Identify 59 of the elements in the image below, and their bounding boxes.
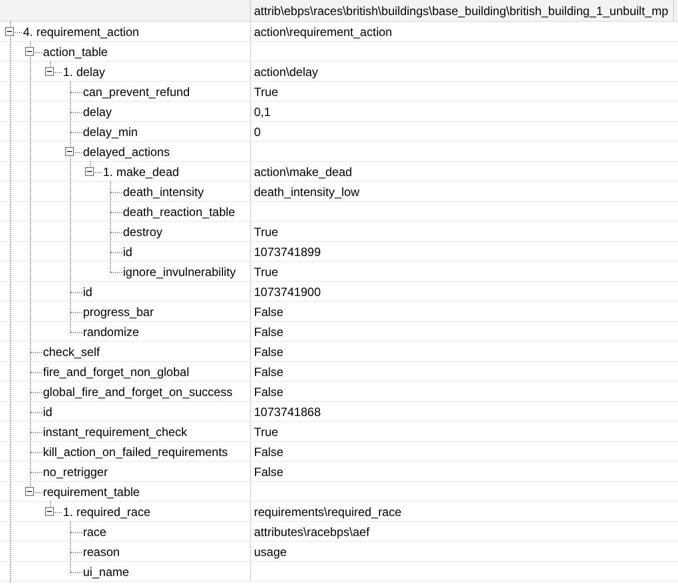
- property-value: requirements\required_race: [254, 504, 402, 518]
- property-value: False: [254, 324, 284, 338]
- property-value: False: [254, 344, 284, 358]
- property-name[interactable]: ignore_invulnerability: [120, 262, 236, 281]
- property-name[interactable]: delay: [80, 102, 112, 121]
- property-name[interactable]: kill_action_on_failed_requirements: [40, 442, 228, 461]
- property-name[interactable]: 4. requirement_action: [20, 22, 140, 41]
- property-value: 1073741900: [254, 284, 321, 298]
- property-name[interactable]: death_intensity: [120, 182, 204, 201]
- property-value: 0: [254, 124, 261, 138]
- property-value: False: [254, 364, 284, 378]
- collapse-toggle[interactable]: [5, 27, 14, 36]
- property-name[interactable]: action_table: [40, 42, 108, 61]
- property-value: True: [254, 264, 278, 278]
- property-name[interactable]: destroy: [120, 222, 162, 241]
- property-name[interactable]: 1. delay: [60, 62, 106, 81]
- collapse-toggle[interactable]: [25, 487, 34, 496]
- property-name[interactable]: 1. make_dead: [100, 162, 180, 181]
- property-value: action\make_dead: [254, 164, 352, 178]
- collapse-toggle[interactable]: [45, 507, 54, 516]
- collapse-toggle[interactable]: [65, 147, 74, 156]
- collapse-toggle[interactable]: [45, 67, 54, 76]
- property-name[interactable]: race: [80, 522, 106, 541]
- property-name[interactable]: 1. required_race: [60, 502, 150, 521]
- property-value: False: [254, 304, 284, 318]
- property-value: 1073741899: [254, 244, 321, 258]
- property-value: False: [254, 384, 284, 398]
- property-value: True: [254, 424, 278, 438]
- property-name[interactable]: delayed_actions: [80, 142, 170, 161]
- property-name[interactable]: randomize: [80, 322, 140, 341]
- property-name[interactable]: delay_min: [80, 122, 138, 141]
- property-value: 0,1: [254, 104, 271, 118]
- property-name[interactable]: death_reaction_table: [120, 202, 236, 221]
- property-name[interactable]: no_retrigger: [40, 462, 108, 481]
- property-name[interactable]: id: [40, 402, 52, 421]
- property-name[interactable]: can_prevent_refund: [80, 82, 190, 101]
- property-name[interactable]: global_fire_and_forget_on_success: [40, 382, 232, 401]
- property-name[interactable]: ui_name: [80, 562, 130, 581]
- property-value: True: [254, 224, 278, 238]
- column-header: attrib\ebps\races\british\buildings\base_building\british_building_1_unbuilt_mp: [254, 4, 668, 18]
- property-value: attributes\racebps\aef: [254, 524, 370, 538]
- property-value: usage: [254, 544, 287, 558]
- property-value: True: [254, 84, 278, 98]
- property-name[interactable]: reason: [80, 542, 120, 561]
- property-name[interactable]: instant_requirement_check: [40, 422, 188, 441]
- property-name[interactable]: fire_and_forget_non_global: [40, 362, 190, 381]
- property-name[interactable]: check_self: [40, 342, 100, 361]
- collapse-toggle[interactable]: [25, 47, 34, 56]
- property-name[interactable]: progress_bar: [80, 302, 154, 321]
- property-value: action\delay: [254, 64, 318, 78]
- property-value: 1073741868: [254, 404, 321, 418]
- collapse-toggle[interactable]: [85, 167, 94, 176]
- property-value: False: [254, 444, 284, 458]
- property-name[interactable]: requirement_table: [40, 482, 140, 501]
- property-name[interactable]: id: [80, 282, 92, 301]
- property-value: False: [254, 464, 284, 478]
- property-name[interactable]: id: [120, 242, 132, 261]
- property-value: death_intensity_low: [254, 184, 360, 198]
- property-value: action\requirement_action: [254, 24, 392, 38]
